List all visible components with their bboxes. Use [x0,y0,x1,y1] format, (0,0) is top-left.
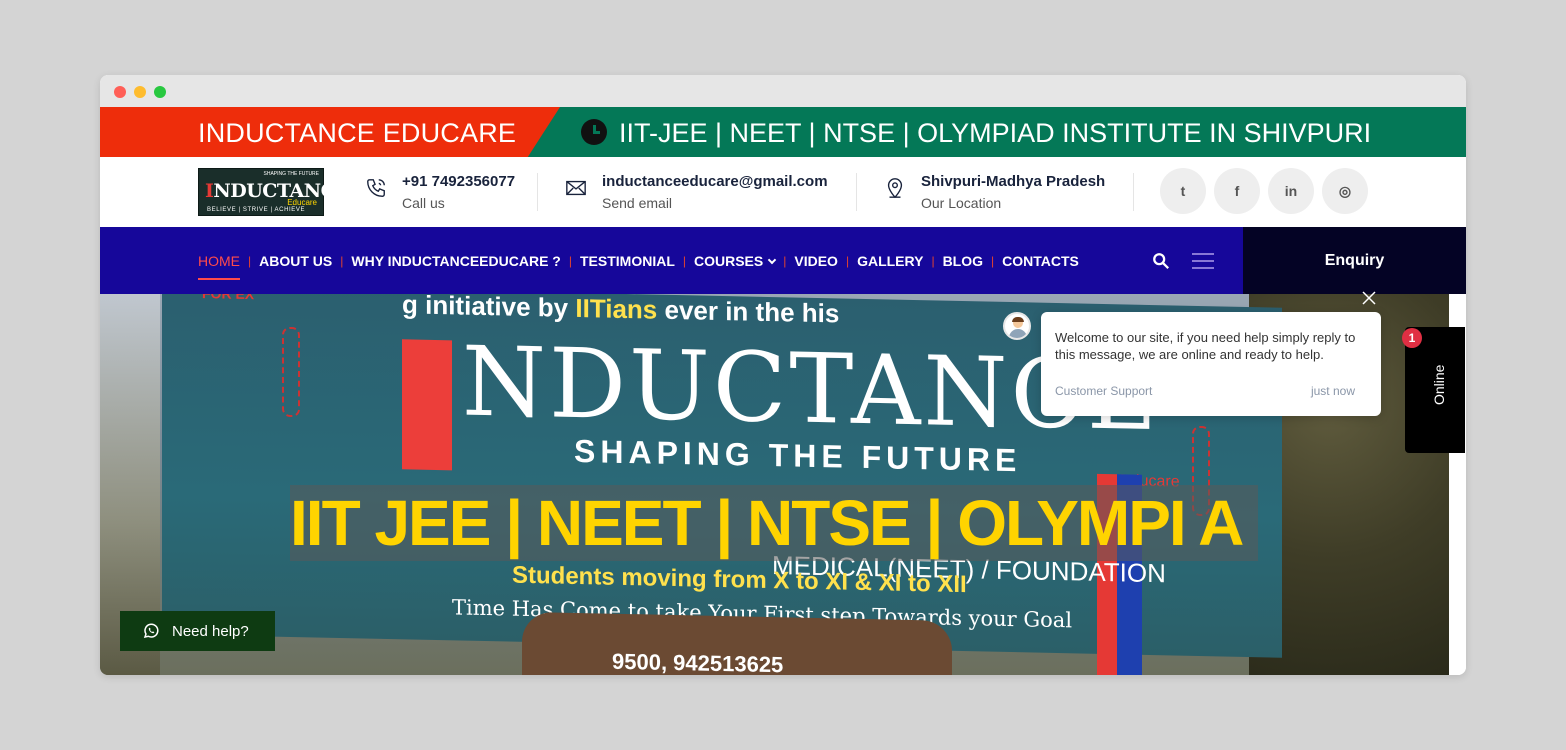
instagram-icon[interactable]: ◎ [1322,168,1368,214]
billboard-initiative: g initiative by IITians ever in the his [402,294,840,329]
close-window-button[interactable] [114,86,126,98]
notification-badge: 1 [1402,328,1422,348]
facebook-icon[interactable]: f [1214,168,1260,214]
online-label: Online [1431,364,1447,405]
nav-divider: | [783,253,787,268]
map-pin-icon [887,178,903,199]
chat-message: Welcome to our site, if you need help si… [1055,330,1356,362]
billboard-coil [282,326,300,418]
nav-divider: | [682,253,686,268]
envelope-icon [566,180,586,196]
billboard-forex: FOR EX [202,294,254,302]
search-icon[interactable] [1152,252,1170,270]
close-icon[interactable] [1361,290,1377,306]
nav-item-about-us[interactable]: ABOUT US [259,253,332,269]
billboard-red-i [402,339,452,471]
location-caption: Our Location [921,195,1002,211]
divider [856,173,857,211]
phone-caption: Call us [402,195,445,211]
location-text: Shivpuri-Madhya Pradesh [921,173,1106,190]
email-caption: Send email [602,195,673,211]
nav-divider: | [340,253,344,268]
nav-item-courses-label: COURSES [694,252,764,269]
nav-divider: | [931,253,935,268]
billboard-phone: 9500, 942513625 [612,648,784,675]
hero-caption: IIT JEE | NEET | NTSE | OLYMPI A [290,487,1244,559]
clock-icon [581,119,607,145]
brand-title: INDUCTANCE EDUCARE [198,118,517,148]
info-bar: SHAPING THE FUTURE INDUCTANCE Educare BE… [100,157,1466,227]
menu-icon[interactable] [1192,253,1214,269]
divider [1133,173,1134,211]
chat-time: just now [1310,384,1355,398]
nav-item-testimonial[interactable]: TESTIMONIAL [580,253,675,269]
need-help-label: Need help? [172,622,249,640]
agent-avatar [1003,312,1031,340]
main-navigation: HOME | ABOUT US | WHY INDUCTANCEEDUCARE … [100,227,1466,294]
chevron-down-icon [767,255,777,264]
nav-divider: | [568,253,572,268]
top-banner: INDUCTANCE EDUCARE IIT-JEE | NEET | NTSE… [100,107,1466,157]
nav-menu: HOME | ABOUT US | WHY INDUCTANCEEDUCARE … [198,227,1079,294]
enquiry-button[interactable]: Enquiry [1243,227,1466,294]
nav-item-gallery[interactable]: GALLERY [857,253,923,269]
browser-window: INDUCTANCE EDUCARE IIT-JEE | NEET | NTSE… [100,75,1466,675]
divider [537,173,538,211]
logo-top-text: SHAPING THE FUTURE [263,171,319,177]
chat-popup[interactable]: Welcome to our site, if you need help si… [1041,312,1381,416]
nav-divider: | [991,253,995,268]
whatsapp-icon [143,623,159,639]
email-address: inductanceeducare@gmail.com [602,173,828,190]
nav-divider: | [845,253,850,268]
minimize-window-button[interactable] [134,86,146,98]
nav-item-why-inductanceeducare[interactable]: WHY INDUCTANCEEDUCARE ? [351,253,560,269]
phone-number: +91 7492356077 [402,173,516,190]
maximize-window-button[interactable] [154,86,166,98]
need-help-button[interactable]: Need help? [120,611,275,651]
linkedin-icon[interactable]: in [1268,168,1314,214]
phone-icon [367,179,385,197]
window-titlebar [100,75,1466,107]
logo-wordmark: INDUCTANCE [205,180,350,202]
nav-item-contacts[interactable]: CONTACTS [1002,253,1079,269]
logo-sub: Educare [287,198,317,207]
logo-tagline: BELIEVE | STRIVE | ACHIEVE [207,207,306,213]
nav-item-home[interactable]: HOME [198,253,240,280]
nav-divider: | [248,253,252,268]
nav-item-courses[interactable]: COURSES [694,252,777,269]
banner-tagline: IIT-JEE | NEET | NTSE | OLYMPIAD INSTITU… [619,118,1372,148]
nav-item-blog[interactable]: BLOG [943,253,983,269]
site-logo[interactable]: SHAPING THE FUTURE INDUCTANCE Educare BE… [198,168,350,216]
chat-agent: Customer Support [1055,384,1153,398]
twitter-icon[interactable]: t [1160,168,1206,214]
nav-item-video[interactable]: VIDEO [794,253,838,269]
